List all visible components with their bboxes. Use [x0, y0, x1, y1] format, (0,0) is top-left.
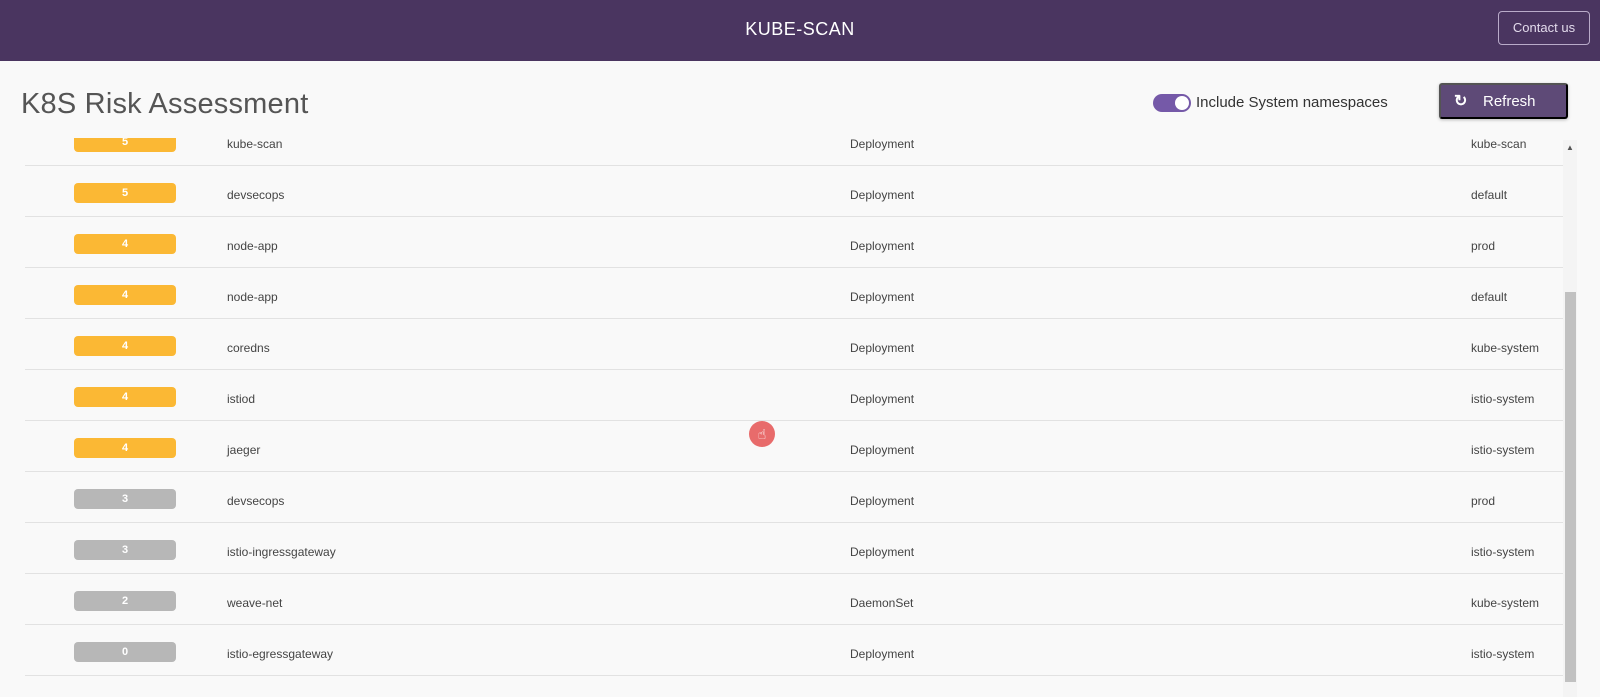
- workload-name: node-app: [227, 239, 278, 253]
- table-row[interactable]: 5 kube-scan Deployment kube-scan: [25, 138, 1563, 166]
- risk-score-badge: 3: [74, 489, 176, 509]
- workload-kind: Deployment: [850, 494, 915, 508]
- workload-name: istiod: [227, 392, 256, 406]
- workload-kind: Deployment: [850, 545, 915, 559]
- workload-namespace: istio-system: [1471, 443, 1535, 457]
- table-row[interactable]: 4 node-app Deployment prod: [25, 216, 1563, 268]
- workload-name: istio-ingressgateway: [227, 545, 336, 559]
- include-system-namespaces-toggle[interactable]: [1153, 94, 1191, 112]
- risk-score-badge: 4: [74, 234, 176, 254]
- workload-name: jaeger: [227, 443, 261, 457]
- risk-score-badge: 2: [74, 591, 176, 611]
- workload-kind: Deployment: [850, 290, 915, 304]
- table-row[interactable]: 2 weave-net DaemonSet kube-system: [25, 573, 1563, 625]
- risk-score-badge: 4: [74, 285, 176, 305]
- workload-name: istio-egressgateway: [227, 647, 334, 661]
- workload-kind: Deployment: [850, 341, 915, 355]
- table-row[interactable]: 0 istio-egressgateway Deployment istio-syst…: [25, 624, 1563, 676]
- table-row[interactable]: 4 node-app Deployment default: [25, 267, 1563, 319]
- refresh-icon: ↻: [1454, 93, 1468, 110]
- workload-kind: Deployment: [850, 138, 915, 151]
- scroll-up-arrow-icon[interactable]: ▲: [1564, 143, 1576, 153]
- workload-name: devsecops: [227, 188, 285, 202]
- table-row[interactable]: 3 istio-ingressgateway Deployment istio-sys…: [25, 522, 1563, 574]
- workload-kind: Deployment: [850, 239, 915, 253]
- workload-name: kube-scan: [227, 138, 283, 151]
- workload-namespace: prod: [1471, 239, 1496, 253]
- risk-score-badge: 3: [74, 540, 176, 560]
- workload-namespace: prod: [1471, 494, 1496, 508]
- toggle-knob: [1175, 96, 1189, 110]
- workload-namespace: kube-scan: [1471, 138, 1527, 151]
- risk-score-badge: 4: [74, 336, 176, 356]
- risk-score-badge: 0: [74, 642, 176, 662]
- workload-name: devsecops: [227, 494, 285, 508]
- refresh-button-label: Refresh: [1483, 93, 1536, 110]
- workload-name: coredns: [227, 341, 270, 355]
- pointer-cursor-icon: ☝: [749, 421, 775, 447]
- workload-namespace: default: [1471, 290, 1508, 304]
- workload-kind: DaemonSet: [850, 596, 914, 610]
- risk-score-badge: 5: [74, 183, 176, 203]
- table-row[interactable]: 3 devsecops Deployment prod: [25, 471, 1563, 523]
- page-title: K8S Risk Assessment: [21, 88, 309, 120]
- table-row[interactable]: 4 coredns Deployment kube-system: [25, 318, 1563, 370]
- workload-namespace: kube-system: [1471, 341, 1540, 355]
- workload-namespace: default: [1471, 188, 1508, 202]
- risk-score-badge: 4: [74, 387, 176, 407]
- risk-score-badge: 4: [74, 438, 176, 458]
- workload-namespace: istio-system: [1471, 545, 1535, 559]
- contact-us-button[interactable]: Contact us: [1498, 11, 1590, 45]
- risk-score-badge: 5: [74, 138, 176, 152]
- workload-namespace: kube-system: [1471, 596, 1540, 610]
- toggle-label: Include System namespaces: [1196, 94, 1388, 111]
- workload-namespace: istio-system: [1471, 647, 1535, 661]
- app-title: KUBE-SCAN: [745, 19, 855, 39]
- workload-kind: Deployment: [850, 392, 915, 406]
- table-row[interactable]: 4 jaeger Deployment istio-system: [25, 420, 1563, 472]
- table-row[interactable]: 5 devsecops Deployment default: [25, 165, 1563, 217]
- refresh-button[interactable]: ↻ Refresh: [1439, 83, 1568, 119]
- workload-kind: Deployment: [850, 188, 915, 202]
- workload-name: weave-net: [227, 596, 283, 610]
- scrollbar-thumb[interactable]: [1565, 292, 1576, 682]
- workload-name: node-app: [227, 290, 278, 304]
- workload-namespace: istio-system: [1471, 392, 1535, 406]
- workloads-table: 5 kube-scan Deployment kube-scan 5 devsecops D…: [25, 138, 1563, 697]
- workload-kind: Deployment: [850, 443, 915, 457]
- table-row[interactable]: 4 istiod Deployment istio-system: [25, 369, 1563, 421]
- workload-kind: Deployment: [850, 647, 915, 661]
